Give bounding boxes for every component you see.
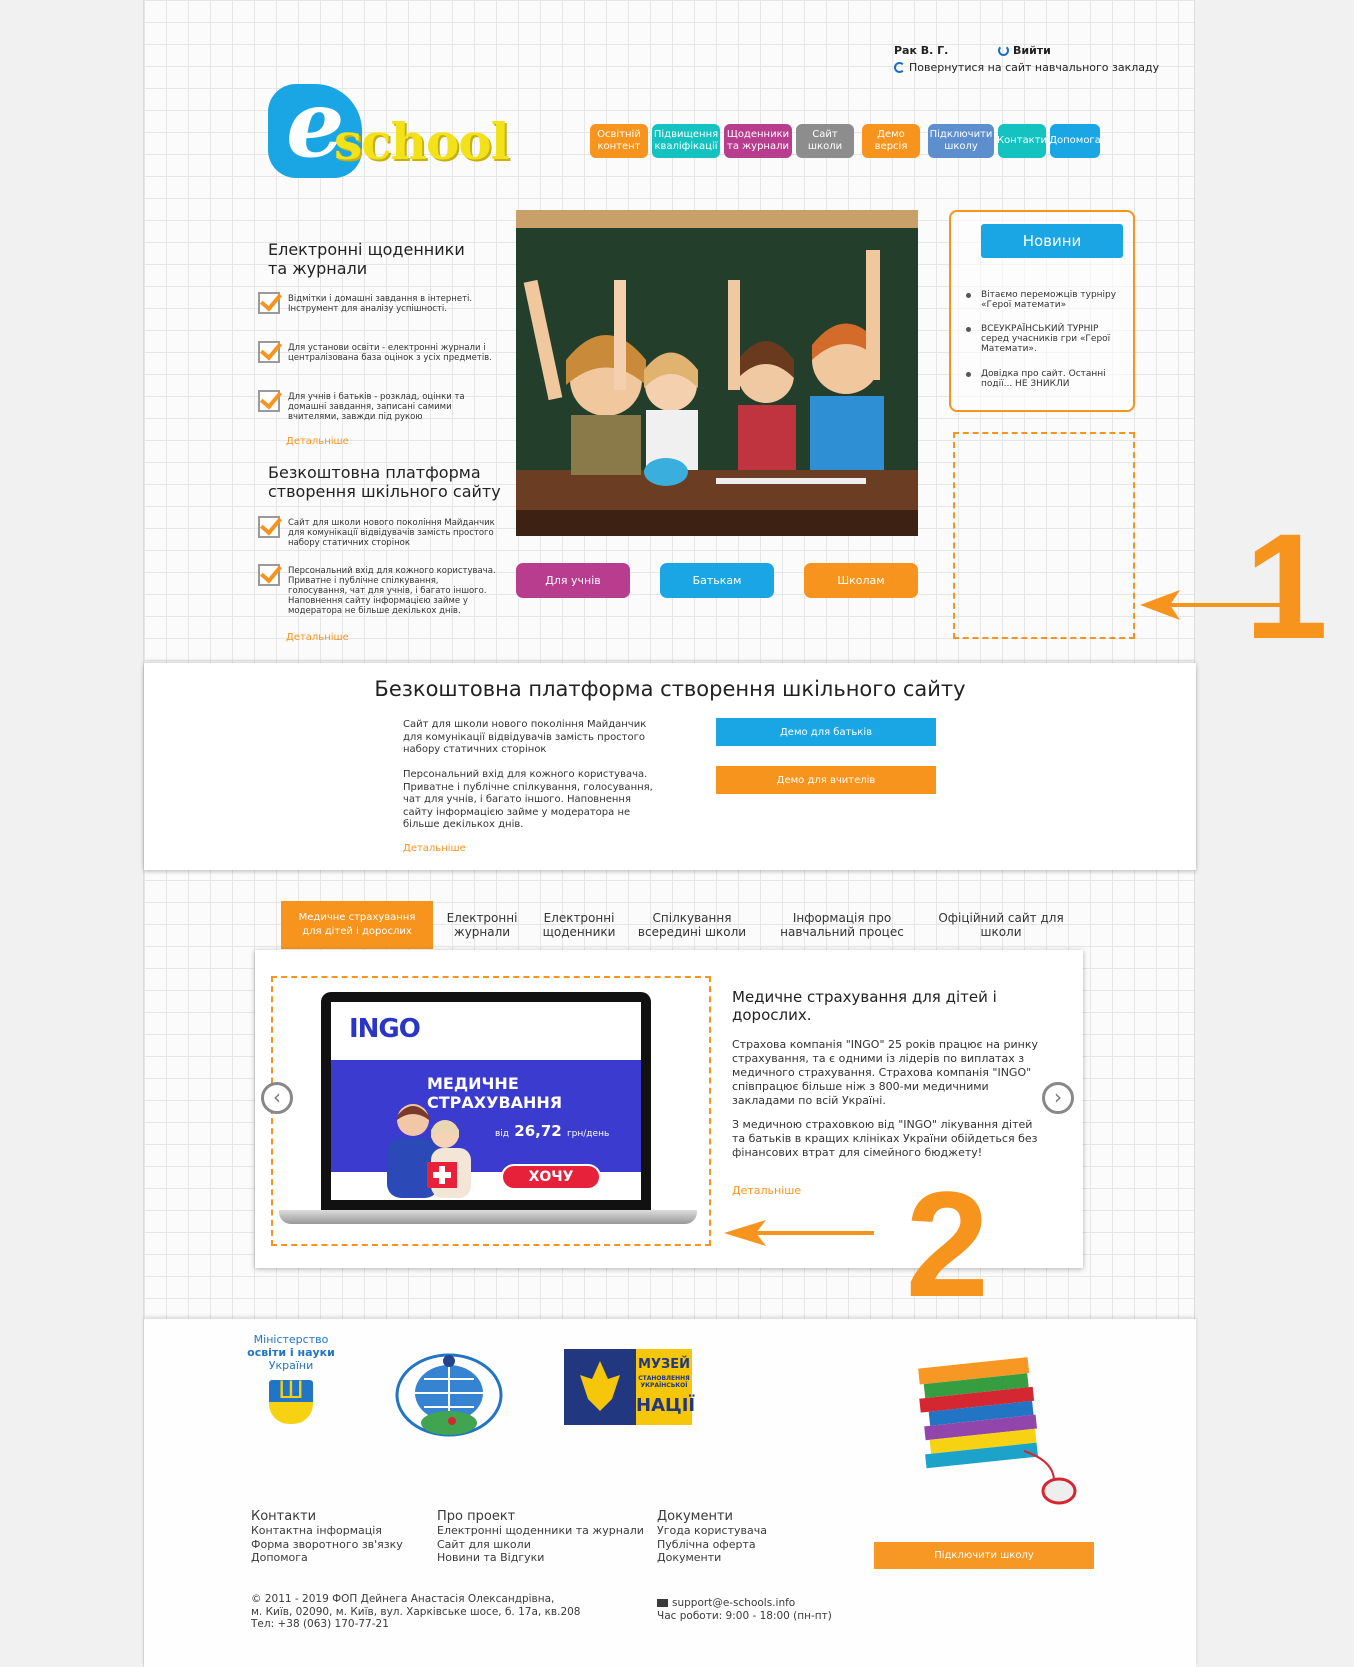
platform-title: Безкоштовна платформа створення шкільног… (374, 677, 966, 701)
carousel-title: Медичне страхування для дітей і дорослих… (732, 988, 997, 1024)
for-students-button[interactable]: Для учнів (516, 563, 630, 598)
ingo-logo: INGO (349, 1014, 421, 1044)
nav-demo[interactable]: Демо версія (862, 124, 920, 158)
hero-photo-students (516, 210, 918, 536)
checkmark-icon (258, 341, 280, 363)
back-link-label: Повернутися на сайт навчального закладу (909, 61, 1160, 74)
news-title[interactable]: Новини (981, 224, 1123, 258)
footer-link[interactable]: Публічна оферта (657, 1538, 767, 1552)
footer-link[interactable]: Електронні щоденники та журнали (437, 1524, 644, 1538)
diaries-more-link[interactable]: Детальніше (286, 436, 349, 447)
nav-school-site[interactable]: Сайт школи (796, 124, 854, 158)
footer-link[interactable]: Новини та Відгуки (437, 1551, 644, 1565)
ingo-headline: МЕДИЧНЕ СТРАХУВАННЯ (427, 1074, 563, 1112)
logo-text: school (334, 112, 510, 171)
footer-documents-column: Документи Угода користувача Публічна офе… (657, 1509, 767, 1565)
footer-link[interactable]: Допомога (251, 1551, 403, 1565)
footer-link[interactable]: Документи (657, 1551, 767, 1565)
tab-official-site[interactable]: Офіційний сайт для школи (927, 901, 1075, 949)
demo-teachers-button[interactable]: Демо для вчителів (716, 766, 936, 794)
platform-more-link-2[interactable]: Детальніше (403, 843, 653, 856)
check-item: Сайт для школи нового покоління Майданчи… (258, 516, 498, 548)
ingo-want-button[interactable]: ХОЧУ (501, 1164, 601, 1190)
platform-more-link[interactable]: Детальніше (286, 632, 349, 643)
support-email[interactable]: support@e-schools.info (672, 1597, 795, 1609)
footer-link[interactable]: Угода користувача (657, 1524, 767, 1538)
copyright: © 2011 - 2019 ФОП Дейнега Анастасія Олек… (251, 1593, 581, 1630)
logout-link[interactable]: Вийти (998, 44, 1051, 57)
mail-icon (657, 1599, 668, 1607)
nav-contacts[interactable]: Контакти (997, 124, 1047, 158)
news-item[interactable]: ВСЕУКРАЇНСЬКИЙ ТУРНІР серед учасників гр… (966, 324, 1126, 354)
footer: Міністерство освіти і науки України Ш МУ… (144, 1319, 1196, 1667)
main-nav: Освітній контент Підвищення кваліфікації… (590, 124, 1101, 158)
news-item[interactable]: Довідка про сайт. Останні події... НЕ ЗН… (966, 369, 1126, 389)
annotation-number-2: 2 (906, 1180, 989, 1300)
checkmark-icon (258, 516, 280, 538)
feature-tabs: Медичне страхування для дітей і дорослих… (281, 901, 1075, 949)
platform-text-1: Сайт для школи нового покоління Майданчи… (403, 719, 647, 755)
check-item: Для установи освіти - електронні журнали… (258, 341, 498, 363)
globe-partner-logo[interactable] (394, 1353, 504, 1437)
page: Рак В. Г. Вийти Повернутися на сайт навч… (143, 0, 1328, 1667)
for-parents-button[interactable]: Батькам (660, 563, 774, 598)
carousel-text-2: З медичною страховкою від "INGO" лікуван… (732, 1118, 1038, 1159)
checkmark-icon (258, 390, 280, 412)
power-icon (998, 45, 1009, 56)
return-icon (894, 62, 905, 73)
books-mouse-illustration (918, 1357, 1077, 1505)
museum-emblem-icon (564, 1349, 636, 1425)
platform-heading-left: Безкоштовна платформа створення шкільног… (268, 463, 501, 501)
tab-electronic-diaries[interactable]: Електронні щоденники (531, 901, 627, 949)
ingo-price: від 26,72 грн/день (495, 1122, 610, 1140)
carousel-prev-arrow-icon[interactable]: ‹ (261, 1082, 293, 1114)
back-to-school-link[interactable]: Повернутися на сайт навчального закладу (894, 61, 1159, 74)
carousel-next-arrow-icon[interactable]: › (1042, 1082, 1074, 1114)
support-info: support@e-schools.info Час роботи: 9:00 … (657, 1597, 832, 1622)
for-schools-button[interactable]: Школам (804, 563, 918, 598)
museum-logo[interactable]: МУЗЕЙ СТАНОВЛЕННЯ УКРАЇНСЬКОЇ НАЦІЇ (564, 1349, 695, 1425)
eschool-logo[interactable]: e school (268, 78, 523, 182)
demo-parents-button[interactable]: Демо для батьків (716, 718, 936, 746)
nav-help[interactable]: Допомога (1049, 124, 1101, 158)
check-item: Для учнів і батьків - розклад, оцінки та… (258, 390, 498, 422)
user-name[interactable]: Рак В. Г. (894, 44, 948, 57)
nav-educational-content[interactable]: Освітній контент (590, 124, 648, 158)
diaries-heading: Електронні щоденники та журнали (268, 240, 465, 278)
work-hours: Час роботи: 9:00 - 18:00 (пн-пт) (657, 1609, 832, 1622)
nav-qualification[interactable]: Підвищення кваліфікації (652, 124, 720, 158)
family-illustration (387, 1104, 471, 1198)
footer-project-column: Про проект Електронні щоденники та журна… (437, 1509, 644, 1565)
checkmark-icon (258, 564, 280, 586)
tab-school-communication[interactable]: Спілкування всередині школи (627, 901, 757, 949)
checkmark-icon (258, 292, 280, 314)
nav-connect-school[interactable]: Підключити школу (928, 124, 994, 158)
annotation-arrow-2: 2 (724, 1180, 989, 1300)
empty-ad-placeholder (953, 432, 1135, 639)
laptop-image: INGO МЕДИЧНЕ СТРАХУВАННЯ від 26,72 грн/д… (321, 992, 651, 1210)
nav-diaries-journals[interactable]: Щоденники та журнали (724, 124, 792, 158)
platform-text-2: Персональний вхід для кожного користувач… (403, 769, 653, 830)
trident-icon: Ш (269, 1378, 313, 1424)
tab-learning-info[interactable]: Інформація про навчальний процес (757, 901, 927, 949)
tab-electronic-journals[interactable]: Електронні журнали (433, 901, 531, 949)
carousel-text-1: Страхова компанія "INGO" 25 років працює… (732, 1038, 1038, 1107)
connect-school-button[interactable]: Підключити школу (874, 1542, 1094, 1569)
news-item[interactable]: Вітаємо переможців турніру «Герої матема… (966, 290, 1126, 310)
tab-medical-insurance[interactable]: Медичне страхування для дітей і дорослих (281, 901, 433, 949)
check-item: Персональний вхід для кожного користувач… (258, 564, 498, 616)
footer-link[interactable]: Форма зворотного зв'язку (251, 1538, 403, 1552)
annotation-number-1: 1 (1245, 520, 1328, 640)
laptop-base (279, 1210, 697, 1224)
ministry-logo[interactable]: Міністерство освіти і науки України Ш (246, 1333, 336, 1424)
footer-link[interactable]: Контактна інформація (251, 1524, 403, 1538)
platform-section: Безкоштовна платформа створення шкільног… (144, 663, 1196, 870)
footer-link[interactable]: Сайт для школи (437, 1538, 644, 1552)
ingo-ad-frame[interactable]: INGO МЕДИЧНЕ СТРАХУВАННЯ від 26,72 грн/д… (271, 976, 711, 1246)
logout-label: Вийти (1013, 44, 1051, 57)
news-panel: Новини Вітаємо переможців турніру «Герої… (949, 210, 1135, 412)
check-item: Відмітки і домашні завдання в інтернеті.… (258, 292, 498, 314)
footer-contacts-column: Контакти Контактна інформація Форма звор… (251, 1509, 403, 1565)
annotation-arrow-1: 1 (1140, 520, 1328, 640)
